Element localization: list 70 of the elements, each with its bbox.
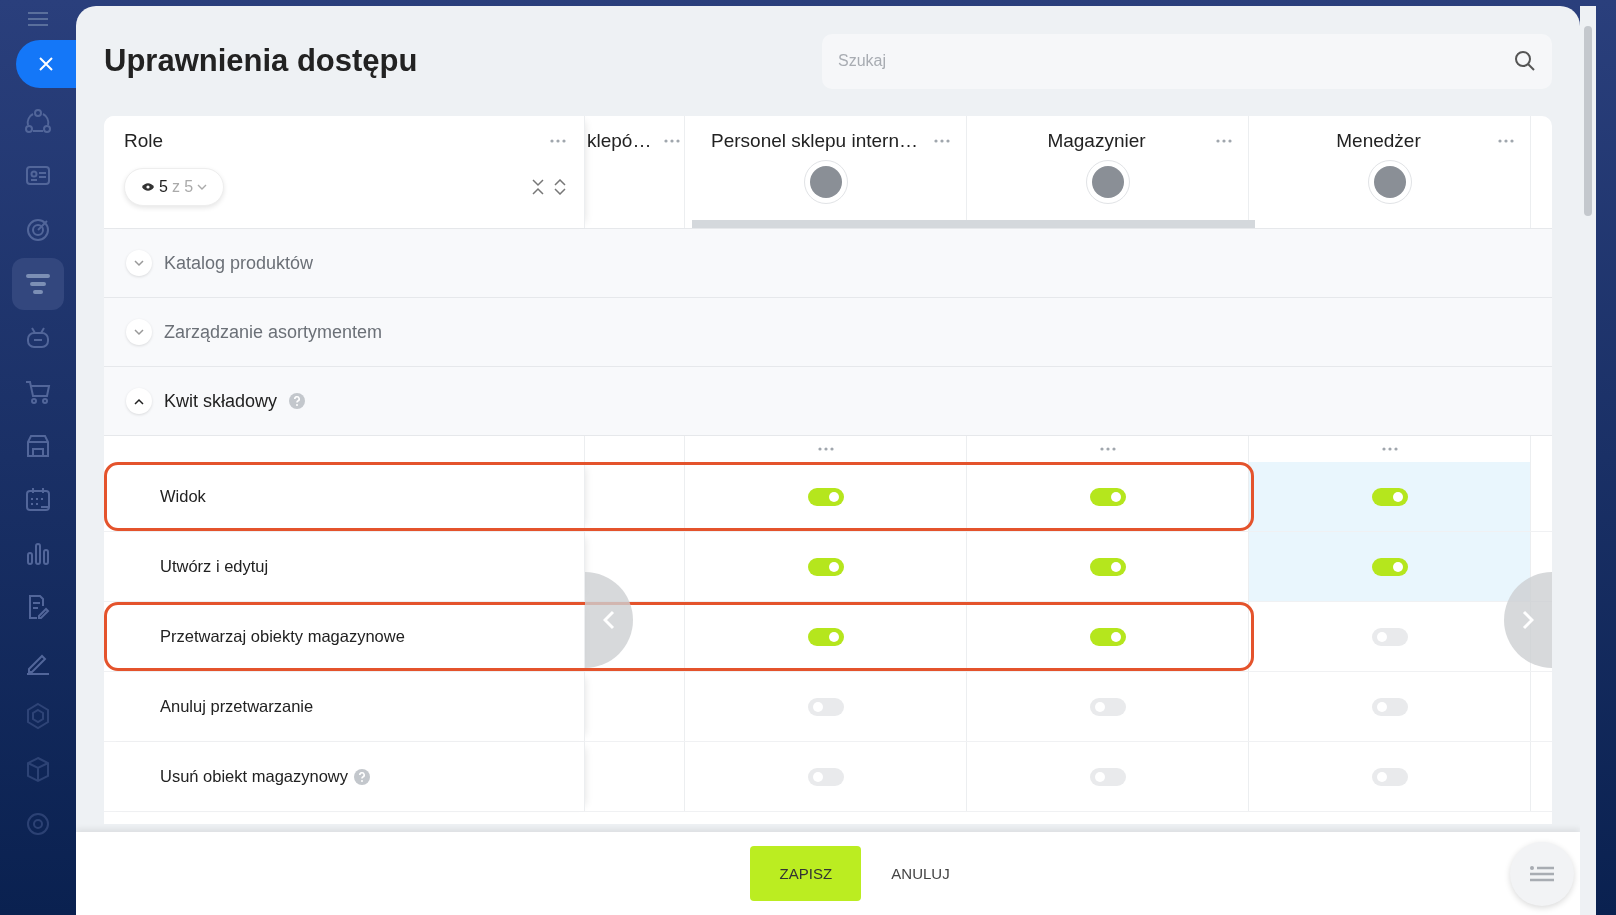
section-toggle[interactable] — [126, 319, 152, 345]
more-icon[interactable] — [1099, 447, 1116, 451]
box-icon[interactable] — [24, 756, 52, 784]
visible-roles-dropdown[interactable]: 5 z 5 — [124, 168, 225, 206]
expand-icon[interactable] — [554, 179, 566, 195]
filter-icon — [25, 273, 51, 295]
eye-icon — [141, 182, 155, 192]
section-label: Zarządzanie asortymentem — [164, 321, 383, 343]
toggle-switch[interactable] — [807, 557, 844, 576]
search-icon[interactable] — [1514, 49, 1536, 72]
section-toggle[interactable] — [126, 250, 152, 276]
section-label: Katalog produktów — [164, 252, 314, 274]
toggle-switch[interactable] — [807, 487, 844, 506]
nav-item[interactable] — [12, 258, 64, 310]
permission-label: Przetwarzaj obiekty magazynowe — [160, 627, 405, 646]
help-icon[interactable] — [289, 393, 306, 409]
collapse-icon[interactable] — [532, 179, 544, 195]
scrollbar[interactable] — [692, 220, 1255, 228]
section-row[interactable]: Kwit składowy — [104, 367, 1552, 436]
settings-icon[interactable] — [24, 810, 52, 838]
toggle-switch[interactable] — [1371, 487, 1408, 506]
chevron-down-icon — [134, 328, 144, 336]
toggle-switch[interactable] — [807, 627, 844, 646]
calendar-icon[interactable] — [24, 486, 52, 514]
cart-icon[interactable] — [24, 378, 52, 406]
more-icon[interactable] — [934, 139, 950, 143]
hexagon-icon[interactable] — [24, 702, 52, 730]
role-column-header: Magazynier — [1046, 130, 1147, 152]
section-row[interactable]: Katalog produktów — [104, 229, 1552, 298]
close-button[interactable] — [16, 40, 76, 88]
list-icon — [1529, 865, 1555, 883]
more-icon[interactable] — [817, 447, 834, 451]
search-field[interactable]: Szukaj — [822, 33, 1552, 89]
cancel-button[interactable]: ANULUJ — [885, 864, 956, 883]
toggle-switch[interactable] — [1089, 557, 1126, 576]
toggle-switch[interactable] — [1089, 627, 1126, 646]
permission-label: Utwórz i edytuj — [160, 557, 269, 576]
help-icon[interactable] — [354, 768, 370, 785]
role-column-header: Menedżer — [1335, 130, 1422, 152]
permission-label: Usuń obiekt magazynowy — [160, 767, 348, 786]
chevron-down-icon — [134, 259, 144, 267]
chevron-right-icon — [1522, 610, 1534, 630]
permission-label: Widok — [160, 487, 206, 506]
close-icon — [38, 56, 54, 72]
permission-label: Anuluj przetwarzanie — [160, 697, 314, 716]
menu-icon[interactable] — [26, 10, 50, 28]
column-header: Role — [124, 130, 164, 152]
more-icon[interactable] — [664, 139, 680, 143]
section-toggle[interactable] — [126, 388, 152, 414]
target-icon[interactable] — [24, 216, 52, 244]
role-column-header: Personel sklepu intern… — [710, 130, 919, 152]
window-title: Uprawnienia dostępu — [104, 43, 418, 79]
list-button[interactable] — [1510, 842, 1574, 906]
more-icon[interactable] — [1216, 139, 1232, 143]
save-button[interactable]: ZAPISZ — [750, 846, 862, 901]
section-label: Kwit składowy — [164, 390, 278, 412]
toggle-switch[interactable] — [1371, 557, 1408, 576]
chevron-left-icon — [603, 610, 615, 630]
scrollbar[interactable] — [1584, 26, 1592, 216]
more-icon[interactable] — [1381, 447, 1398, 451]
more-icon[interactable] — [550, 139, 566, 143]
chevron-up-icon — [134, 397, 144, 405]
store-icon[interactable] — [24, 432, 52, 460]
more-icon[interactable] — [1498, 139, 1514, 143]
chevron-down-icon — [197, 183, 208, 191]
role-column-header: klepó… — [587, 130, 653, 152]
bar-chart-icon[interactable] — [24, 540, 52, 568]
section-row[interactable]: Zarządzanie asortymentem — [104, 298, 1552, 367]
toggle-switch[interactable] — [1089, 487, 1126, 506]
nodes-icon[interactable] — [24, 108, 52, 136]
